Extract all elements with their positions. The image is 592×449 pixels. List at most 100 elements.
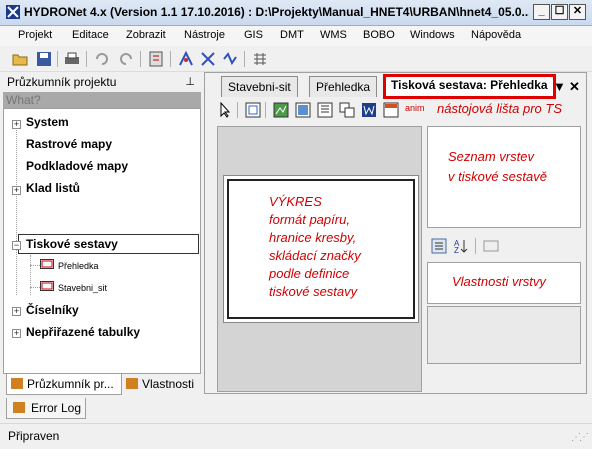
menu-nastroje[interactable]: Nástroje [184, 29, 225, 41]
toolbar-separator [265, 102, 266, 118]
sort-alphabetical-icon[interactable]: AZ [453, 238, 469, 254]
svg-text:Z: Z [454, 246, 459, 254]
menu-gis[interactable]: GIS [244, 29, 263, 41]
menu-bobo[interactable]: BOBO [363, 29, 395, 41]
menu-windows[interactable]: Windows [410, 29, 455, 41]
tree-item-nepriradene-tabulky[interactable]: Nepřiřazené tabulky [26, 325, 140, 339]
toolbar-separator [170, 51, 171, 67]
tree-line [16, 123, 17, 295]
menu-bar: Projekt Editace Zobrazit Nástroje GIS DM… [0, 26, 592, 46]
annotation-line: formát papíru, [269, 212, 350, 227]
drawing-border: VÝKRES formát papíru, hranice kresby, sk… [227, 179, 415, 319]
annotation-line: hranice kresby, [269, 230, 357, 245]
layers-annotation: Seznam vrstev v tiskové sestavě [448, 147, 547, 187]
maximize-button[interactable]: ☐ [551, 4, 568, 20]
menu-zobrazit[interactable]: Zobrazit [126, 29, 166, 41]
tree-item-prehledka[interactable]: Přehledka [58, 261, 99, 271]
collapse-icon[interactable]: − [12, 241, 21, 250]
redo-icon[interactable] [118, 51, 134, 67]
tree-item-ciselniky[interactable]: Číselníky [26, 303, 79, 317]
save-icon[interactable] [36, 51, 52, 67]
resize-grip-icon[interactable]: ⋰⋰ [571, 432, 589, 443]
annotation-line: skládací značky [269, 248, 361, 263]
toolbar-separator [86, 51, 87, 67]
tree-item-tiskove-sestavy[interactable]: Tiskové sestavy [26, 237, 118, 251]
categorized-icon[interactable] [431, 238, 447, 254]
annotation-line: VÝKRES [269, 194, 322, 209]
toolbar-separator [244, 51, 245, 67]
properties-toolbar: AZ [427, 236, 581, 258]
expand-icon[interactable]: + [12, 329, 21, 338]
add-document-icon[interactable] [361, 102, 377, 118]
tab-prehledka[interactable]: Přehledka [309, 76, 378, 97]
tab-error-log[interactable]: Error Log [6, 398, 86, 419]
status-text: Připraven [8, 429, 60, 443]
menu-wms[interactable]: WMS [320, 29, 347, 41]
tree-line [30, 265, 40, 266]
window-title: HYDRONet 4.x (Version 1.1 17.10.2016) : … [24, 5, 529, 19]
toolbar-annotation: nástojová lišta pro TS [437, 101, 563, 116]
menu-projekt[interactable]: Projekt [18, 29, 52, 41]
tab-stavebni-sit[interactable]: Stavebni-sit [221, 76, 298, 97]
menu-dmt[interactable]: DMT [280, 29, 304, 41]
gis-tool-icon[interactable] [252, 51, 268, 67]
tab-tiskova-sestava-prehledka[interactable]: Tisková sestava: Přehledka [383, 74, 556, 99]
project-explorer-panel: Průzkumník projektu ⊥ + System Rastrové … [3, 72, 204, 396]
toolbar-separator [140, 51, 141, 67]
network-edit-icon[interactable] [200, 51, 216, 67]
zoom-extent-icon[interactable] [245, 102, 261, 118]
paper-sheet: VÝKRES formát papíru, hranice kresby, sk… [223, 175, 419, 323]
status-bar: Připraven ⋰⋰ [0, 423, 592, 449]
document-area: Stavebni-sit Přehledka Tisková sestava: … [204, 72, 587, 394]
close-window-button[interactable]: ✕ [569, 4, 586, 20]
app-logo-icon [6, 5, 20, 19]
undo-icon[interactable] [94, 51, 110, 67]
panel-title: Průzkumník projektu [7, 75, 117, 89]
tree-item-stavebni-sit[interactable]: Stavebni_sit [58, 283, 107, 293]
project-tree: + System Rastrové mapy Podkladové mapy +… [3, 108, 201, 374]
layer-properties[interactable]: Vlastnosti vrstvy [427, 262, 581, 304]
menu-editace[interactable]: Editace [72, 29, 109, 41]
add-legend-icon[interactable] [383, 102, 399, 118]
minimize-button[interactable]: _ [533, 4, 550, 20]
print-layout-toolbar: anim nástojová lišta pro TS [209, 99, 584, 121]
layout-canvas[interactable]: VÝKRES formát papíru, hranice kresby, sk… [217, 126, 422, 392]
menu-napoveda[interactable]: Nápověda [471, 29, 521, 41]
tab-dropdown-icon[interactable]: ▼ [553, 79, 566, 94]
search-input[interactable] [3, 92, 201, 108]
title-bar: HYDRONet 4.x (Version 1.1 17.10.2016) : … [0, 0, 592, 26]
tree-item-podkladove-mapy[interactable]: Podkladové mapy [26, 159, 128, 173]
add-table-icon[interactable] [339, 102, 355, 118]
open-folder-icon[interactable] [12, 51, 28, 67]
toolbar-separator [237, 102, 238, 118]
add-map-icon[interactable] [273, 102, 289, 118]
network-check-icon[interactable] [222, 51, 238, 67]
properties-icon [126, 378, 138, 389]
pointer-icon[interactable] [217, 102, 233, 118]
expand-icon[interactable]: + [12, 120, 21, 129]
expand-icon[interactable]: + [12, 307, 21, 316]
close-tab-icon[interactable]: ✕ [569, 79, 580, 95]
panel-bottom-tabs: Průzkumník pr... Vlastnosti [6, 374, 204, 396]
annotation-line: Seznam vrstev [448, 149, 534, 164]
tree-line [30, 255, 31, 295]
expand-icon[interactable]: + [12, 186, 21, 195]
error-log-icon [13, 402, 25, 413]
layer-list[interactable]: Seznam vrstev v tiskové sestavě [427, 126, 581, 228]
tab-project-explorer[interactable]: Průzkumník pr... [6, 374, 122, 395]
property-pages-icon[interactable] [483, 238, 499, 254]
tab-properties[interactable]: Vlastnosti [126, 374, 204, 395]
tree-item-system[interactable]: System [26, 115, 69, 129]
tree-item-klad-listu[interactable]: Klad listů [26, 181, 80, 195]
tree-item-rastrove-mapy[interactable]: Rastrové mapy [26, 137, 112, 151]
annotation-line: podle definice [269, 266, 350, 281]
network-tool-icon[interactable] [178, 51, 194, 67]
calculator-icon[interactable] [148, 51, 164, 67]
anim-button[interactable]: anim [405, 103, 425, 113]
print-icon[interactable] [64, 51, 80, 67]
add-text-icon[interactable] [317, 102, 333, 118]
add-image-icon[interactable] [295, 102, 311, 118]
tree-line [30, 287, 40, 288]
pin-icon[interactable]: ⊥ [185, 75, 195, 88]
annotation-line: v tiskové sestavě [448, 169, 547, 184]
